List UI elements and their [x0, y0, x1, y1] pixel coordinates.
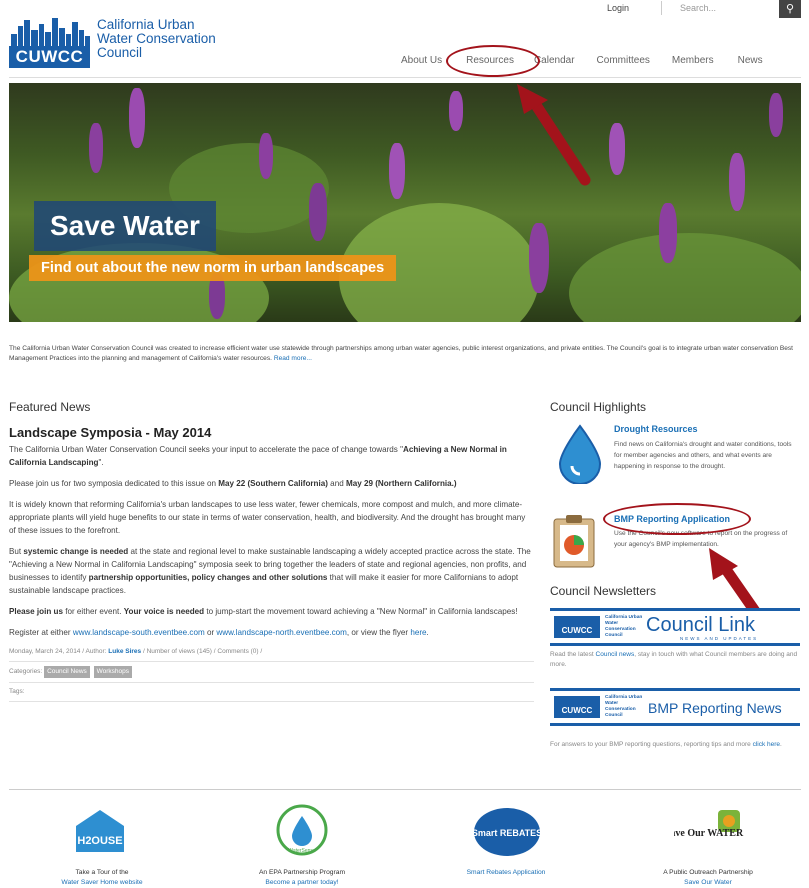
featured-article: Landscape Symposia - May 2014 The Califo…: [9, 426, 534, 706]
drought-desc: Find news on California's drought and wa…: [614, 441, 792, 470]
annotation-ring-bmp: [603, 503, 751, 535]
watersense-link[interactable]: Become a partner today!: [222, 878, 382, 888]
watersense-logo[interactable]: WaterSense: [276, 804, 328, 856]
article-paragraph: The California Urban Water Conservation …: [9, 445, 507, 467]
council-news-link[interactable]: Council news: [596, 651, 635, 658]
search-input[interactable]: Search...: [680, 3, 780, 13]
login-link[interactable]: Login: [607, 3, 629, 13]
lavender-flower: [259, 133, 273, 179]
hero-banner[interactable]: Save Water Find out about the new norm i…: [9, 83, 801, 322]
hero-title: Save Water: [34, 201, 216, 251]
search-icon: ⚲: [785, 3, 795, 15]
article-meta: Monday, March 24, 2014 / Author: Luke Si…: [9, 648, 263, 655]
h2ouse-link[interactable]: Water Saver Home website: [22, 878, 182, 888]
lavender-flower: [529, 223, 549, 293]
utility-bar: Login Search...: [607, 0, 780, 16]
bmp-news-title: BMP Reporting News: [648, 700, 782, 716]
council-newsletters-heading: Council Newsletters: [550, 584, 657, 598]
article-paragraph: It is widely known that reforming Califo…: [9, 500, 526, 535]
nav-calendar[interactable]: Calendar: [534, 55, 575, 66]
north-register-link[interactable]: www.landscape-north.eventbee.com: [216, 628, 346, 637]
lavender-flower: [729, 153, 745, 211]
read-more-link[interactable]: Read more...: [274, 355, 312, 362]
partner-h2ouse: Take a Tour of the Water Saver Home webs…: [22, 868, 182, 888]
article-title[interactable]: Landscape Symposia - May 2014: [9, 426, 534, 439]
smart-rebates-icon: Smart REBATES: [472, 808, 542, 856]
councillink-subtitle: NEWS AND UPDATES: [680, 636, 759, 641]
lavender-flower: [659, 203, 677, 263]
h2ouse-logo[interactable]: H2OUSE: [72, 808, 128, 854]
save-our-water-icon: Save Our WATER: [665, 810, 744, 839]
lavender-flower: [89, 123, 103, 173]
divider: [9, 701, 534, 702]
divider: [661, 1, 663, 15]
councillink-banner[interactable]: CUWCC California Urban Water Conservatio…: [550, 608, 800, 646]
council-highlights-heading: Council Highlights: [550, 400, 647, 414]
header-divider: [9, 77, 801, 78]
lavender-flower: [389, 143, 405, 199]
skyline-icon: [11, 18, 90, 46]
article-categories: Categories: Council News Workshops: [9, 666, 534, 678]
cuwcc-mini-logo: CUWCC: [554, 696, 600, 718]
bmp-click-here-link[interactable]: click here: [753, 741, 780, 748]
intro-text: The California Urban Water Conservation …: [9, 345, 794, 362]
divider: [9, 682, 534, 683]
bmp-news-banner[interactable]: CUWCC California Urban Water Conservatio…: [550, 688, 800, 726]
flyer-link[interactable]: here: [410, 628, 426, 637]
partner-watersense: An EPA Partnership Program Become a part…: [222, 868, 382, 888]
smart-rebates-logo-text: Smart REBATES: [472, 828, 542, 838]
save-our-water-logo[interactable]: Save Our WATER: [665, 806, 744, 858]
nav-members[interactable]: Members: [672, 55, 714, 66]
water-drop-icon: [558, 424, 602, 484]
footer-divider: [9, 789, 801, 790]
nav-committees[interactable]: Committees: [597, 55, 650, 66]
author-link[interactable]: Luke Sires: [108, 648, 141, 655]
house-icon: H2OUSE: [76, 810, 124, 852]
councillink-note: Read the latest Council news, stay in to…: [550, 651, 798, 668]
nav-news[interactable]: News: [738, 55, 763, 66]
mini-org-text: California Urban Water Conservation Coun…: [605, 695, 643, 718]
nav-about-us[interactable]: About Us: [401, 55, 442, 66]
category-tag[interactable]: Workshops: [93, 666, 133, 678]
lavender-flower: [129, 88, 145, 148]
article-paragraph: Please join us for either event. Your vo…: [9, 607, 518, 616]
divider: [9, 661, 534, 662]
clipboard-chart-icon: [553, 515, 595, 568]
mini-org-text: California Urban Water Conservation Coun…: [605, 615, 643, 638]
highlight-drought[interactable]: Drought Resources Find news on Californi…: [550, 424, 800, 484]
category-tag[interactable]: Council News: [44, 666, 90, 678]
councillink-title: Council Link: [646, 614, 755, 636]
cuwcc-badge: CUWCC: [9, 46, 90, 68]
annotation-ring-resources: [446, 45, 540, 77]
partner-save-our-water: A Public Outreach Partnership Save Our W…: [628, 868, 788, 888]
save-our-water-logo-text: Save Our WATER: [674, 828, 744, 839]
hero-subtitle[interactable]: Find out about the new norm in urban lan…: [29, 255, 397, 281]
bmp-news-note: For answers to your BMP reporting questi…: [550, 741, 782, 748]
lavender-flower: [609, 123, 625, 175]
foliage: [569, 233, 801, 322]
article-paragraph: But systemic change is needed at the sta…: [9, 547, 531, 595]
south-register-link[interactable]: www.landscape-south.eventbee.com: [73, 628, 205, 637]
watersense-logo-text: WaterSense: [288, 848, 316, 854]
article-tags: Tags:: [9, 688, 25, 695]
lavender-flower: [449, 91, 463, 131]
partner-smart-rebates: Smart Rebates Application: [426, 868, 586, 878]
featured-news-heading: Featured News: [9, 400, 91, 414]
article-paragraph: Please join us for two symposia dedicate…: [9, 479, 457, 488]
h2ouse-logo-text: H2OUSE: [77, 835, 122, 847]
smart-rebates-logo[interactable]: Smart REBATES: [472, 806, 542, 858]
org-name: California Urban Water Conservation Coun…: [97, 17, 216, 60]
article-paragraph: Register at either www.landscape-south.e…: [9, 628, 429, 637]
smart-rebates-link[interactable]: Smart Rebates Application: [426, 868, 586, 878]
drought-resources-link[interactable]: Drought Resources: [614, 424, 698, 434]
save-our-water-link[interactable]: Save Our Water: [628, 878, 788, 888]
watersense-icon: WaterSense: [276, 804, 328, 856]
lavender-flower: [309, 183, 327, 241]
cuwcc-mini-logo: CUWCC: [554, 616, 600, 638]
search-button[interactable]: ⚲: [779, 0, 801, 18]
lavender-flower: [769, 93, 783, 137]
